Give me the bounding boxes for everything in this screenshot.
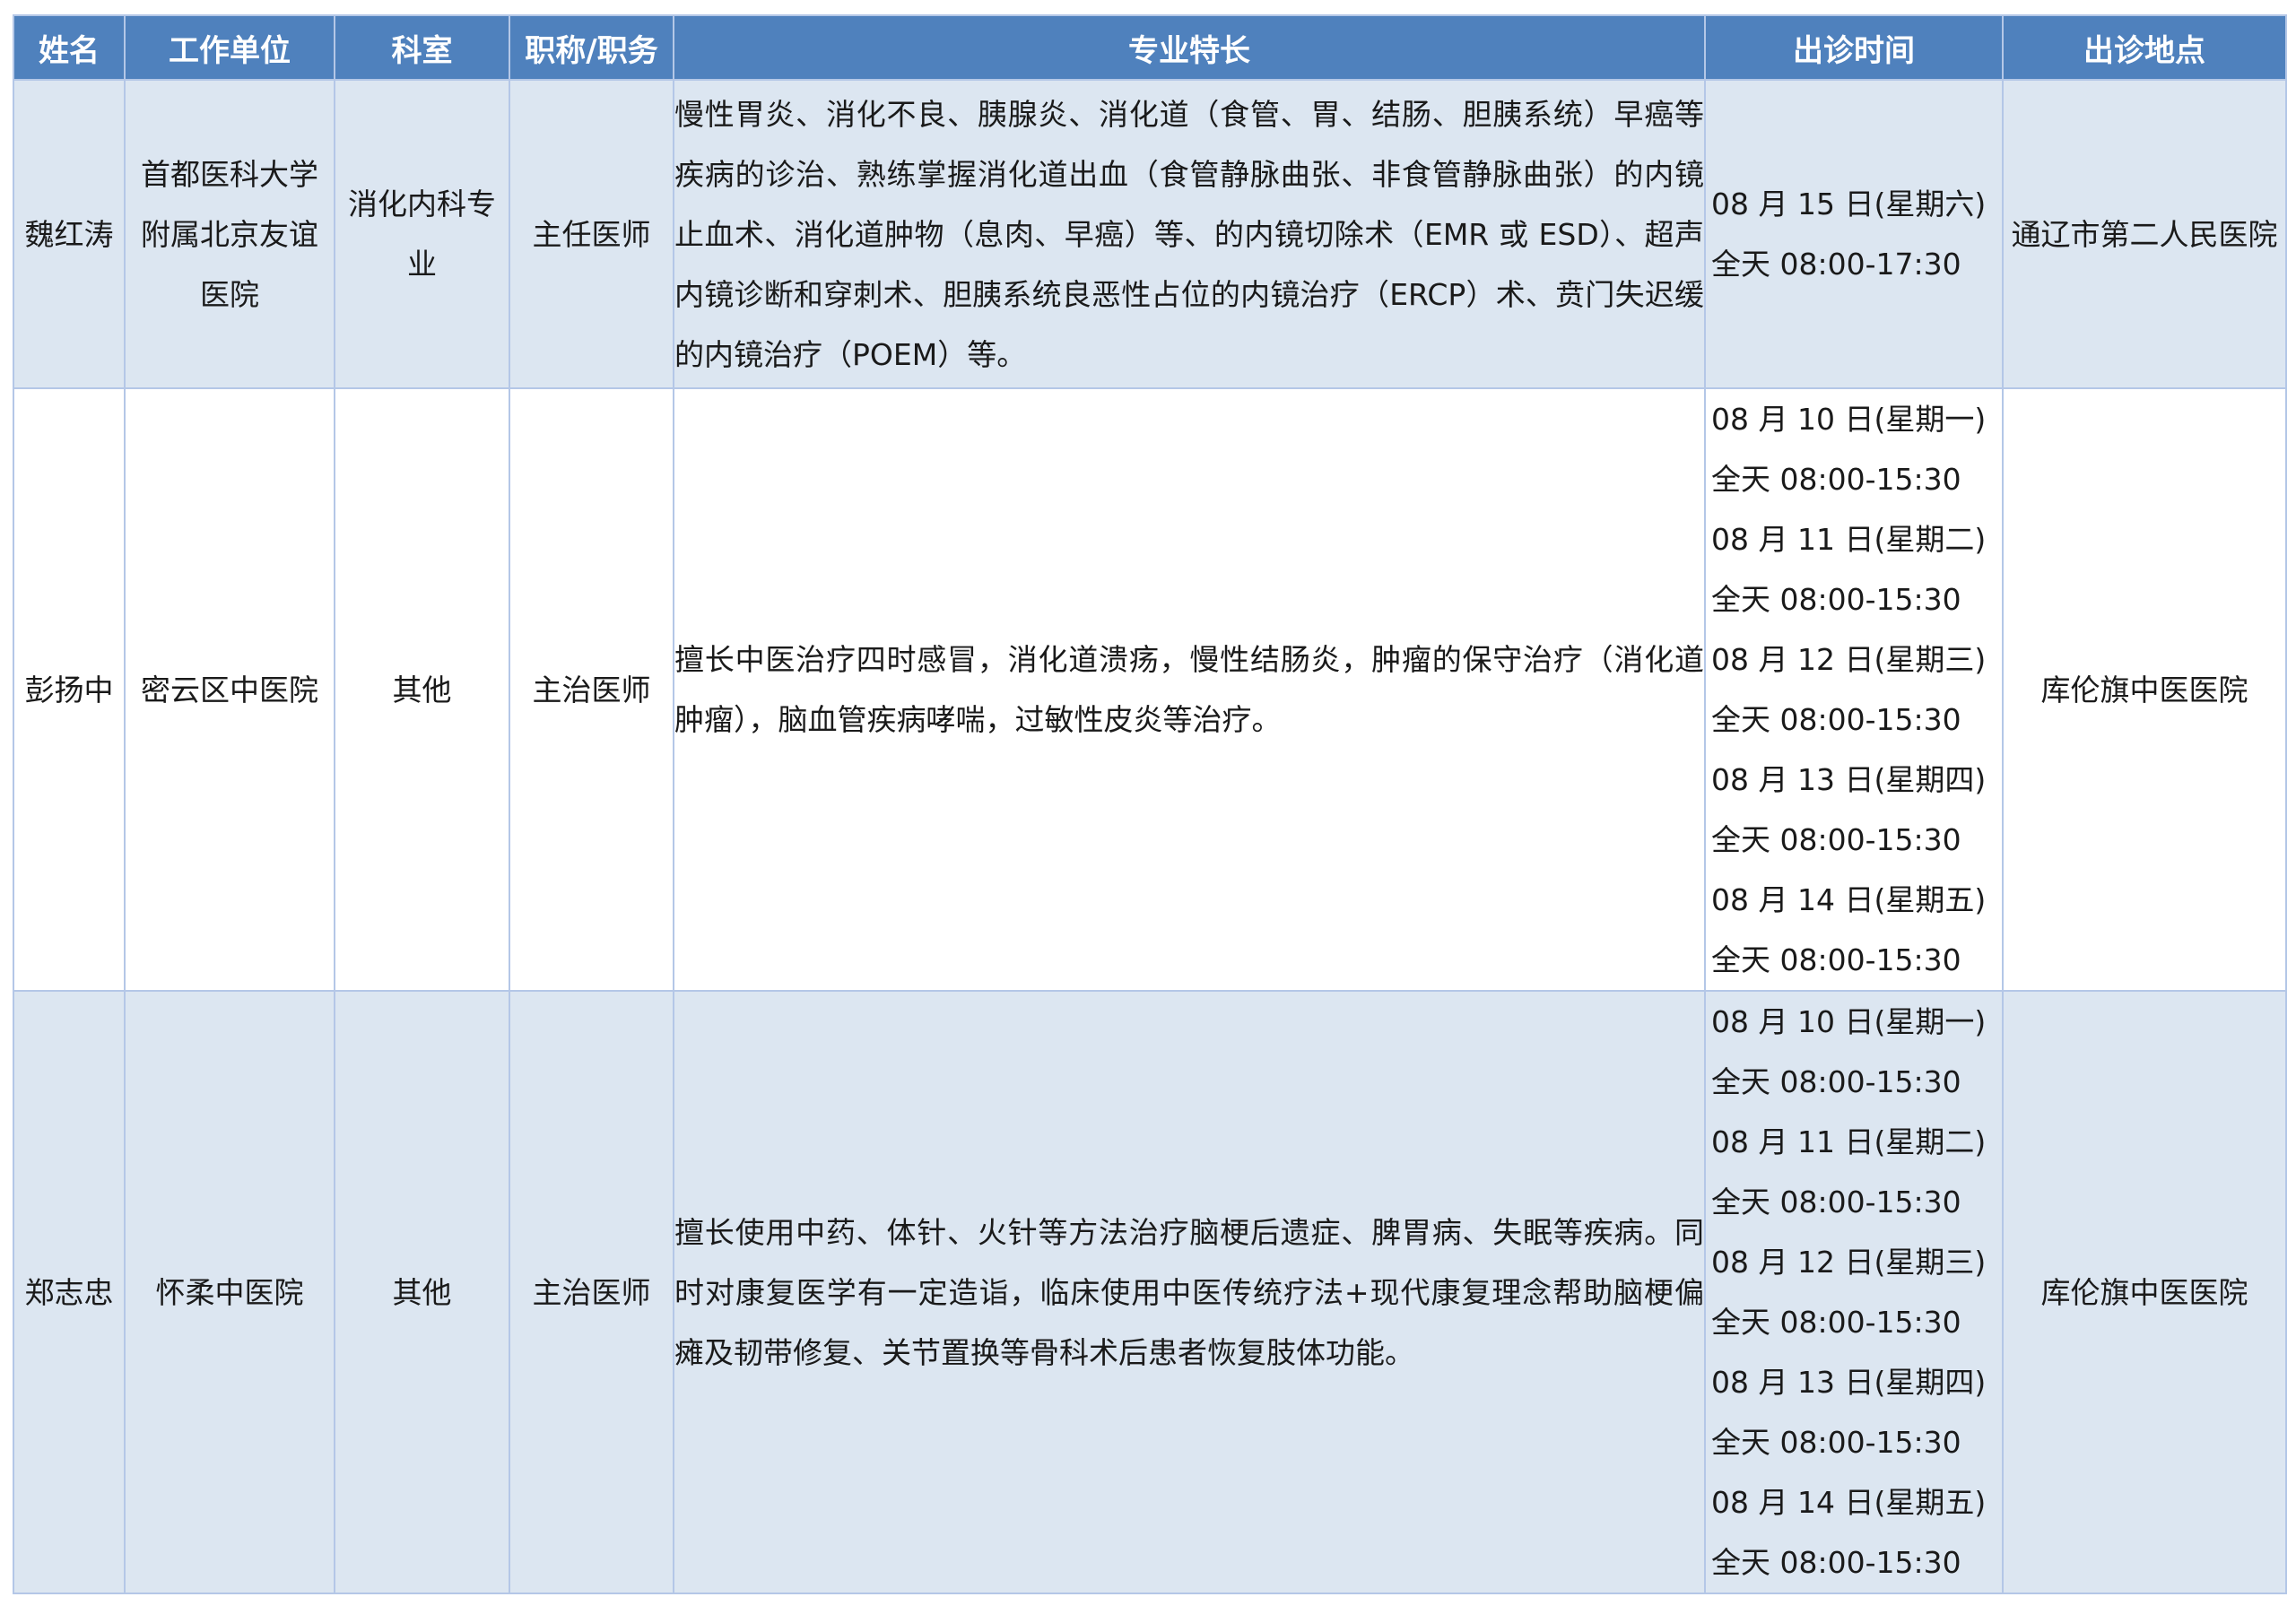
- schedule-hours: 全天 08:00-15:30: [1711, 462, 1961, 497]
- doctor-name-cell: 郑志忠: [13, 990, 126, 1594]
- schedule-hours: 全天 08:00-15:30: [1711, 702, 1961, 737]
- location-cell: 通辽市第二人民医院: [2002, 79, 2287, 389]
- work-unit-cell: 首都医科大学附属北京友谊医院: [124, 79, 335, 389]
- header-location: 出诊地点: [2002, 14, 2287, 81]
- schedule-date: 08 月 14 日(星期五): [1711, 1485, 1987, 1520]
- doctor-name-cell: 彭扬中: [13, 387, 126, 992]
- specialty-text: 擅长中医治疗四时感冒，消化道溃疡，慢性结肠炎，肿瘤的保守治疗（消化道肿瘤），脑血…: [674, 642, 1704, 737]
- schedule-hours: 全天 08:00-17:30: [1711, 247, 1961, 282]
- header-title: 职称/职务: [509, 14, 674, 81]
- specialty-cell: 擅长使用中药、体针、火针等方法治疗脑梗后遗症、脾胃病、失眠等疾病。同时对康复医学…: [673, 990, 1706, 1594]
- schedule-date: 08 月 14 日(星期五): [1711, 882, 1987, 917]
- schedule-date: 08 月 11 日(星期二): [1711, 522, 1987, 557]
- schedule-date: 08 月 12 日(星期三): [1711, 1245, 1987, 1280]
- schedule-date: 08 月 13 日(星期四): [1711, 1365, 1987, 1400]
- header-specialty: 专业特长: [673, 14, 1706, 81]
- header-dept: 科室: [334, 14, 510, 81]
- schedule-date: 08 月 13 日(星期四): [1711, 762, 1987, 797]
- schedule-date: 08 月 10 日(星期一): [1711, 402, 1987, 437]
- schedule-time-cell: 08 月 10 日(星期一) 全天 08:00-15:30 08 月 11 日(星期…: [1704, 990, 2004, 1594]
- schedule-hours: 全天 08:00-15:30: [1711, 942, 1961, 977]
- specialty-text: 擅长使用中药、体针、火针等方法治疗脑梗后遗症、脾胃病、失眠等疾病。同时对康复医学…: [674, 1214, 1704, 1370]
- schedule-time-cell: 08 月 10 日(星期一) 全天 08:00-15:30 08 月 11 日(星期…: [1704, 387, 2004, 992]
- specialty-cell: 慢性胃炎、消化不良、胰腺炎、消化道（食管、胃、结肠、胆胰系统）早癌等疾病的诊治、…: [673, 79, 1706, 389]
- work-unit-cell: 密云区中医院: [124, 387, 335, 992]
- department-cell: 其他: [334, 387, 510, 992]
- doctor-schedule-table: 姓名 工作单位 科室 职称/职务 专业特长 出诊时间 出诊地点 魏红涛 首都医科大…: [13, 14, 2287, 1594]
- department-cell: 其他: [334, 990, 510, 1594]
- job-title-cell: 主治医师: [509, 990, 674, 1594]
- schedule-date: 08 月 11 日(星期二): [1711, 1124, 1987, 1159]
- location-cell: 库伦旗中医医院: [2002, 990, 2287, 1594]
- schedule-date: 08 月 12 日(星期三): [1711, 642, 1987, 677]
- header-unit: 工作单位: [124, 14, 335, 81]
- location-cell: 库伦旗中医医院: [2002, 387, 2287, 992]
- schedule-hours: 全天 08:00-15:30: [1711, 1185, 1961, 1219]
- specialty-cell: 擅长中医治疗四时感冒，消化道溃疡，慢性结肠炎，肿瘤的保守治疗（消化道肿瘤），脑血…: [673, 387, 1706, 992]
- header-name: 姓名: [13, 14, 126, 81]
- schedule-hours: 全天 08:00-15:30: [1711, 582, 1961, 617]
- schedule-time-cell: 08 月 15 日(星期六) 全天 08:00-17:30: [1704, 79, 2004, 389]
- job-title-cell: 主治医师: [509, 387, 674, 992]
- job-title-cell: 主任医师: [509, 79, 674, 389]
- schedule-hours: 全天 08:00-15:30: [1711, 822, 1961, 857]
- schedule-hours: 全天 08:00-15:30: [1711, 1425, 1961, 1460]
- table-row: 魏红涛 首都医科大学附属北京友谊医院 消化内科专业 主任医师 慢性胃炎、消化不良、胰腺炎…: [13, 79, 2287, 389]
- table-header-row: 姓名 工作单位 科室 职称/职务 专业特长 出诊时间 出诊地点: [13, 14, 2287, 81]
- specialty-text: 慢性胃炎、消化不良、胰腺炎、消化道（食管、胃、结肠、胆胰系统）早癌等疾病的诊治、…: [674, 96, 1704, 372]
- schedule-hours: 全天 08:00-15:30: [1711, 1305, 1961, 1340]
- schedule-hours: 全天 08:00-15:30: [1711, 1064, 1961, 1099]
- schedule-hours: 全天 08:00-15:30: [1711, 1545, 1961, 1580]
- schedule-date: 08 月 15 日(星期六): [1711, 187, 1987, 221]
- schedule-date: 08 月 10 日(星期一): [1711, 1004, 1987, 1039]
- table-row: 郑志忠 怀柔中医院 其他 主治医师 擅长使用中药、体针、火针等方法治疗脑梗后遗症、脾胃病…: [13, 990, 2287, 1594]
- doctor-name-cell: 魏红涛: [13, 79, 126, 389]
- work-unit-cell: 怀柔中医院: [124, 990, 335, 1594]
- table-row: 彭扬中 密云区中医院 其他 主治医师 擅长中医治疗四时感冒，消化道溃疡，慢性结肠炎，肿瘤…: [13, 387, 2287, 992]
- department-cell: 消化内科专业: [334, 79, 510, 389]
- header-time: 出诊时间: [1704, 14, 2004, 81]
